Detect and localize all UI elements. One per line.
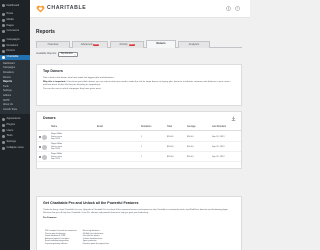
tab-advanced[interactable]: Advanced PRO <box>72 41 108 48</box>
sidebar-item-dashboard[interactable]: Dashboard <box>0 3 30 9</box>
page-icon <box>2 24 5 28</box>
upgrade-description: Thanks for being a loyal Charitable Lite… <box>43 208 229 211</box>
wrench-icon <box>2 135 5 139</box>
comment-icon <box>2 30 5 34</box>
tab-analytics[interactable]: Analytics <box>178 41 210 48</box>
donation-icon <box>2 44 5 48</box>
upgrade-title: Get Charitable Pro and Unlock all the Po… <box>43 201 139 205</box>
users-icon <box>2 129 5 133</box>
collapse-icon <box>2 146 5 150</box>
tab-overview[interactable]: Overview <box>36 41 70 48</box>
charitable-icon <box>2 55 5 59</box>
download-icon[interactable] <box>231 116 236 121</box>
sidebar-item-collapse[interactable]: Collapse menu <box>0 145 30 151</box>
help-icon[interactable]: ? <box>235 6 240 11</box>
table-row[interactable]: Roger Miller Donor since Sep 2023 1 $50.… <box>37 132 241 142</box>
top-donors-description: Take a look at the donors who have made … <box>43 76 115 79</box>
table-row[interactable]: Roger Miller Donor since Sep 2023 1 $50.… <box>37 152 241 162</box>
report-select[interactable]: Top Donors <box>58 51 78 57</box>
table-header: Name Email Donations Total Average Last … <box>37 125 241 131</box>
top-donors-campaigns-note: You can also see in which campaigns they… <box>43 88 102 91</box>
row-checkbox[interactable] <box>38 135 41 138</box>
feature-item: Payment gateway add-ons <box>45 242 68 245</box>
column-average[interactable]: Average <box>187 126 196 128</box>
pro-badge: PRO <box>93 43 100 47</box>
column-email[interactable]: Email <box>97 126 103 128</box>
sidebar-item-comments[interactable]: Comments <box>0 29 30 35</box>
avatar <box>42 154 47 160</box>
column-donations[interactable]: Donations <box>141 126 151 128</box>
plugin-icon <box>2 123 5 127</box>
column-last-donation[interactable]: Last Donation <box>212 126 226 128</box>
feature-item: Donation goals & progress bars <box>82 242 110 245</box>
submenu-item-growth-tools[interactable]: Growth Tools <box>0 108 30 113</box>
pro-features-list: PDF receipts & annual tax summaries Recu… <box>45 230 114 246</box>
report-tabs: Overview Advanced PRO Activity PRO Donors … <box>36 40 242 48</box>
avatar <box>42 144 47 150</box>
plugin-header: CHARITABLE ? <box>30 0 250 18</box>
tab-donors[interactable]: Donors <box>146 40 176 48</box>
brush-icon <box>2 118 5 122</box>
chevron-down-icon <box>74 54 76 56</box>
charitable-submenu: Dashboard Campaigns Donations Donors Rep… <box>0 60 30 114</box>
pin-icon <box>2 13 5 17</box>
charitable-logo-icon <box>36 5 45 13</box>
upgrade-description-2: We know that you will truly love Charita… <box>43 212 149 215</box>
avatar <box>42 134 47 140</box>
donor-icon <box>2 50 5 54</box>
pro-features-title: Pro Features: <box>43 216 58 219</box>
column-total[interactable]: Total <box>167 126 172 128</box>
dashboard-icon <box>2 4 5 8</box>
upgrade-pro-box: Get Charitable Pro and Unlock all the Po… <box>36 196 242 250</box>
report-filter-label: Available Reports <box>36 52 57 55</box>
row-checkbox[interactable] <box>38 155 41 158</box>
top-donors-importance: Why this is important: It lets know you … <box>43 80 231 86</box>
row-checkbox[interactable] <box>38 145 41 148</box>
notifications-icon[interactable] <box>226 6 231 11</box>
admin-sidebar: Dashboard Posts Media Pages Comments Cam… <box>0 0 30 250</box>
logo-text: CHARITABLE <box>47 5 87 11</box>
page-title: Reports <box>36 29 55 35</box>
pro-badge: PRO <box>128 43 135 47</box>
campaign-icon <box>2 38 5 42</box>
top-donors-box: Top Donors Take a look at the donors who… <box>36 64 242 106</box>
media-icon <box>2 18 5 22</box>
donors-table: Donors Name Email Donations Total Averag… <box>36 111 242 169</box>
settings-icon <box>2 140 5 144</box>
table-row[interactable]: Roger Miller Donor since Sep 2023 1 $50.… <box>37 142 241 152</box>
tab-activity[interactable]: Activity PRO <box>110 41 144 48</box>
top-donors-title: Top Donors <box>43 69 63 73</box>
column-name[interactable]: Name <box>51 126 57 128</box>
donors-table-title: Donors <box>43 116 56 120</box>
svg-text:?: ? <box>237 7 239 11</box>
